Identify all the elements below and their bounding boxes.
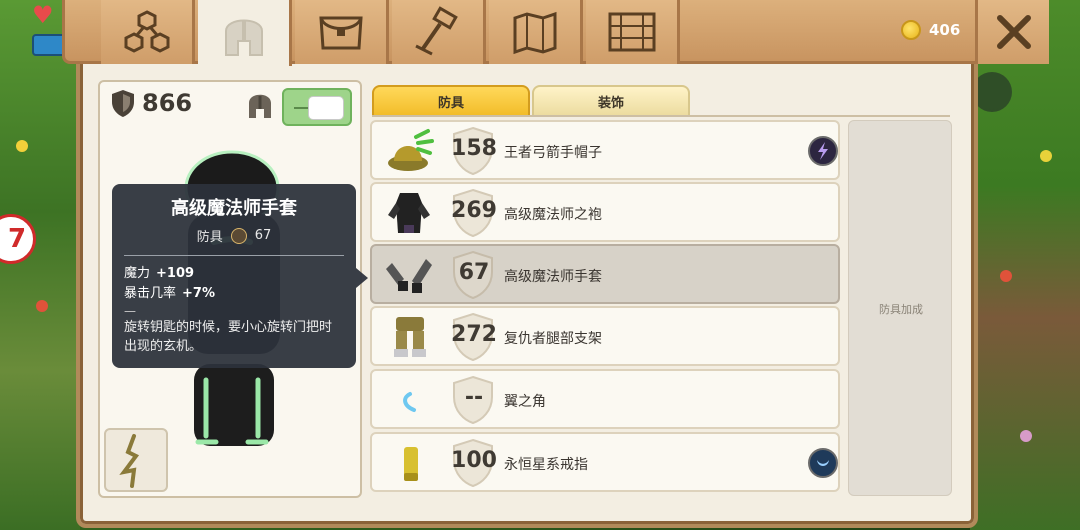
armor-value: 100 [451, 448, 497, 473]
inventory-tab-bar: 406 [62, 0, 1049, 66]
armor-value: 272 [451, 322, 497, 347]
helmet-visibility-icon [249, 94, 271, 118]
tooltip-subtitle: 防具 67 [124, 226, 344, 245]
avenger-leg-brace-icon [394, 317, 426, 357]
wing-horn-item-icon [119, 434, 140, 488]
armor-total-value: 866 [142, 89, 193, 117]
equipment-row[interactable]: 158 王者弓箭手帽子 [370, 120, 840, 180]
category-tab-decoration[interactable]: 装饰 [532, 85, 690, 117]
mage-gloves-icon [386, 259, 432, 293]
map-icon [513, 11, 556, 55]
tab-map[interactable] [489, 0, 583, 64]
equipment-row[interactable]: 272 复仇者腿部支架 [370, 306, 840, 366]
toggle-knob [308, 96, 344, 120]
armor-value: 158 [451, 136, 497, 161]
item-tooltip: 高级魔法师手套 防具 67 魔力 +109 暴击几率 +7% — 旋转钥匙的时候，要… [112, 184, 368, 368]
item-name: 高级魔法师手套 [504, 269, 602, 285]
health-heart-icon: ♥ [32, 1, 54, 29]
moon-gem-icon [808, 448, 838, 478]
armor-total: 866 [110, 88, 192, 118]
coin-count: 406 [929, 21, 961, 39]
tooltip-armor: 67 [254, 228, 272, 243]
category-tab-armor[interactable]: 防具 [372, 85, 530, 117]
bag-icon [318, 16, 363, 50]
stat-value: +7% [182, 286, 215, 301]
equipment-row[interactable]: 100 永恒星系戒指 [370, 432, 840, 492]
tooltip-stat: 魔力 +109 [124, 264, 344, 284]
chest-icon [608, 12, 655, 52]
helmet-icon [224, 19, 263, 56]
tab-storage[interactable] [586, 0, 680, 64]
accessory-slot[interactable] [104, 428, 168, 492]
coin-icon [901, 20, 921, 40]
game-background-left [0, 0, 80, 530]
item-name: 永恒星系戒指 [504, 457, 588, 473]
equipment-row[interactable]: -- 翼之角 [370, 369, 840, 429]
close-icon [996, 15, 1031, 49]
tab-equipment[interactable] [198, 0, 292, 66]
tooltip-title: 高级魔法师手套 [171, 198, 297, 219]
coin-counter: 406 [901, 20, 960, 40]
archer-hat-icon [388, 129, 434, 171]
item-name: 王者弓箭手帽子 [504, 145, 602, 161]
flower-decoration [1020, 430, 1032, 442]
stat-label: 暴击几率 [124, 286, 177, 301]
wing-horn-icon [403, 392, 416, 412]
helmet-visibility-toggle[interactable] [282, 88, 352, 126]
tooltip-description: 旋转钥匙的时候，要小心旋转门把时出现的玄机。 [124, 320, 333, 354]
close-button[interactable] [975, 0, 1049, 64]
flower-decoration [1040, 150, 1052, 162]
flower-decoration [1000, 270, 1012, 282]
stat-value: +109 [156, 266, 195, 281]
shield-icon [230, 227, 247, 244]
item-name: 翼之角 [504, 394, 546, 410]
tooltip-type: 防具 [196, 230, 223, 245]
armor-value: 269 [451, 198, 497, 223]
armor-value: -- [464, 385, 484, 410]
tab-bag[interactable] [295, 0, 389, 64]
armor-bonus-pane: 防具加成 [848, 120, 952, 496]
armor-value: 67 [458, 260, 490, 285]
lightning-gem-icon [808, 136, 838, 166]
tab-crafting[interactable] [392, 0, 486, 64]
tooltip-stat: 暴击几率 +7% [124, 284, 344, 304]
side-action-button[interactable] [972, 72, 1012, 112]
item-name: 高级魔法师之袍 [504, 207, 602, 223]
item-name: 复仇者腿部支架 [504, 331, 602, 347]
tooltip-divider [124, 255, 344, 256]
tooltip-separator: — [124, 304, 136, 318]
hammer-icon [414, 6, 458, 56]
flower-decoration [16, 140, 28, 152]
flower-decoration [36, 300, 48, 312]
mage-robe-icon [388, 193, 430, 233]
equipment-row[interactable]: 269 高级魔法师之袍 [370, 182, 840, 242]
equipment-row-selected[interactable]: 67 高级魔法师手套 [370, 244, 840, 304]
team-icon [124, 10, 169, 53]
shield-icon [112, 90, 134, 117]
armor-bonus-label: 防具加成 [879, 303, 923, 316]
stat-label: 魔力 [124, 266, 151, 281]
galaxy-ring-icon [404, 447, 418, 481]
category-divider [372, 115, 950, 117]
tab-team[interactable] [101, 0, 195, 64]
